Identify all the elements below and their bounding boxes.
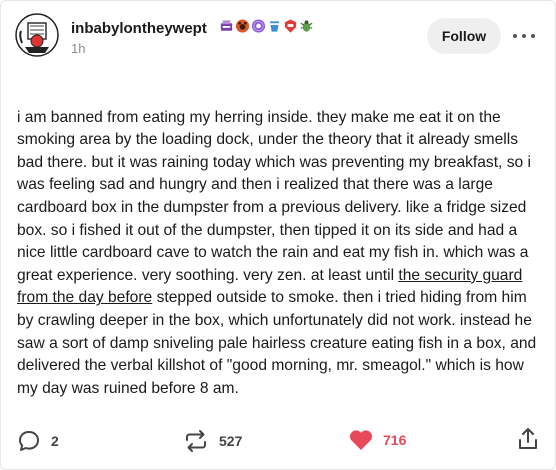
reply-icon: [19, 431, 39, 451]
avatar[interactable]: [15, 13, 59, 57]
reply-count: 2: [51, 433, 59, 449]
post-paragraph: i am banned from eating my herring insid…: [17, 107, 545, 401]
post-text-before-link: i am banned from eating my herring insid…: [17, 108, 531, 284]
post-timestamp[interactable]: 1h: [71, 41, 85, 56]
reply-action[interactable]: 2: [17, 429, 59, 453]
donut-badge-icon[interactable]: [251, 18, 266, 34]
follow-button[interactable]: Follow: [427, 18, 501, 54]
post-card: inbabylontheywept 1h Follow i am banned …: [0, 0, 556, 470]
share-icon[interactable]: [517, 427, 539, 451]
reblog-action[interactable]: 527: [183, 429, 242, 453]
paw-badge-icon[interactable]: [235, 18, 250, 34]
post-body: i am banned from eating my herring insid…: [17, 84, 545, 423]
heart-icon: [350, 430, 372, 450]
cup-badge-icon[interactable]: [267, 18, 282, 34]
like-count: 716: [383, 432, 407, 448]
shield-badge-icon[interactable]: [283, 18, 298, 34]
post-header: inbabylontheywept 1h Follow: [1, 1, 556, 71]
more-options-icon[interactable]: [513, 27, 535, 45]
typewriter-badge-icon[interactable]: [219, 18, 234, 34]
badge-row: [219, 18, 314, 36]
username[interactable]: inbabylontheywept: [71, 20, 207, 37]
like-action[interactable]: 716: [349, 429, 406, 451]
reblog-count: 527: [219, 433, 243, 449]
reblog-icon: [186, 430, 206, 452]
bug-badge-icon[interactable]: [299, 18, 314, 34]
post-footer: 2 527 716: [1, 419, 556, 459]
